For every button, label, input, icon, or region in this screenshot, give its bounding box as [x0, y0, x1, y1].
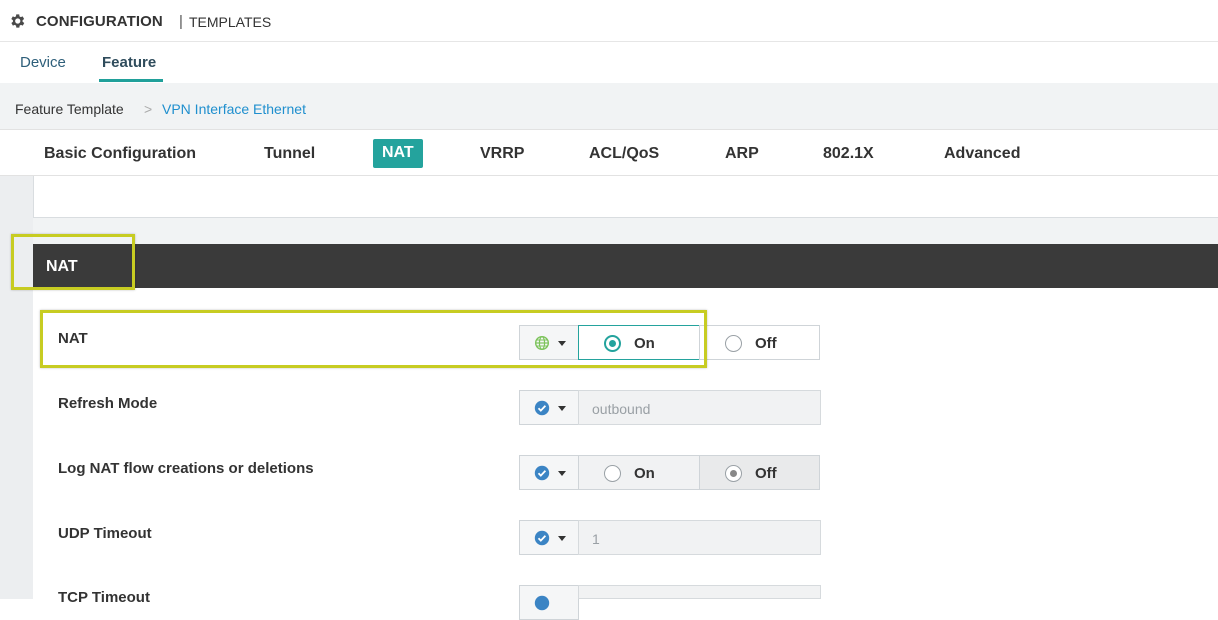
active-tab-indicator	[99, 79, 163, 82]
chevron-down-icon	[558, 471, 566, 476]
log-nat-on-option[interactable]: On	[578, 455, 700, 490]
chevron-down-icon	[558, 406, 566, 411]
top-bar: CONFIGURATION | TEMPLATES	[0, 0, 1218, 42]
nat-off-label: Off	[755, 335, 777, 352]
title-separator: |	[179, 13, 183, 30]
tab-arp[interactable]: ARP	[725, 145, 759, 163]
breadcrumb-feature-template[interactable]: Feature Template	[15, 101, 124, 117]
udp-timeout-input[interactable]: 1	[578, 520, 821, 555]
refresh-mode-input[interactable]: outbound	[578, 390, 821, 425]
tcp-timeout-label: TCP Timeout	[58, 589, 150, 606]
tab-nat[interactable]: NAT	[373, 139, 423, 168]
nat-header-highlight	[11, 234, 135, 290]
udp-timeout-label: UDP Timeout	[58, 525, 152, 542]
log-nat-off-label: Off	[755, 465, 777, 482]
tab-basic-configuration[interactable]: Basic Configuration	[44, 145, 196, 163]
tcp-timeout-input[interactable]	[578, 585, 821, 599]
previous-section-card	[33, 176, 1218, 218]
page-title: CONFIGURATION	[36, 13, 163, 30]
udp-timeout-scope-dropdown[interactable]	[519, 520, 579, 555]
tcp-timeout-scope-dropdown[interactable]	[519, 585, 579, 620]
nat-row-highlight	[40, 310, 707, 368]
section-tabs: Basic Configuration Tunnel NAT VRRP ACL/…	[0, 130, 1218, 176]
nat-section-header[interactable]: NAT	[33, 244, 1218, 288]
tab-vrrp[interactable]: VRRP	[480, 145, 524, 163]
check-circle-icon	[534, 530, 550, 546]
log-nat-on-radio[interactable]	[604, 465, 621, 482]
nat-off-radio[interactable]	[725, 335, 742, 352]
tab-802-1x[interactable]: 802.1X	[823, 145, 874, 163]
check-circle-icon	[534, 400, 550, 416]
template-type-tabs: Device Feature	[0, 42, 1218, 83]
log-nat-flow-label: Log NAT flow creations or deletions	[58, 460, 314, 477]
tab-tunnel[interactable]: Tunnel	[264, 145, 315, 163]
tab-feature[interactable]: Feature	[102, 54, 156, 71]
page-subtitle: TEMPLATES	[189, 14, 272, 30]
log-nat-off-option[interactable]: Off	[699, 455, 820, 490]
tab-advanced[interactable]: Advanced	[944, 145, 1020, 163]
breadcrumb-vpn-interface-ethernet[interactable]: VPN Interface Ethernet	[162, 101, 306, 117]
log-nat-off-radio[interactable]	[725, 465, 742, 482]
check-circle-icon	[534, 595, 550, 611]
breadcrumb: Feature Template > VPN Interface Etherne…	[0, 83, 1218, 130]
nat-off-option[interactable]: Off	[699, 325, 820, 360]
tab-device[interactable]: Device	[20, 54, 66, 71]
refresh-mode-scope-dropdown[interactable]	[519, 390, 579, 425]
section-gap	[33, 218, 1218, 244]
refresh-mode-label: Refresh Mode	[58, 395, 158, 412]
gear-icon	[11, 14, 25, 28]
log-nat-on-label: On	[634, 465, 655, 482]
breadcrumb-separator: >	[144, 101, 153, 117]
log-nat-flow-scope-dropdown[interactable]	[519, 455, 579, 490]
tab-acl-qos[interactable]: ACL/QoS	[589, 145, 659, 163]
check-circle-icon	[534, 465, 550, 481]
chevron-down-icon	[558, 536, 566, 541]
